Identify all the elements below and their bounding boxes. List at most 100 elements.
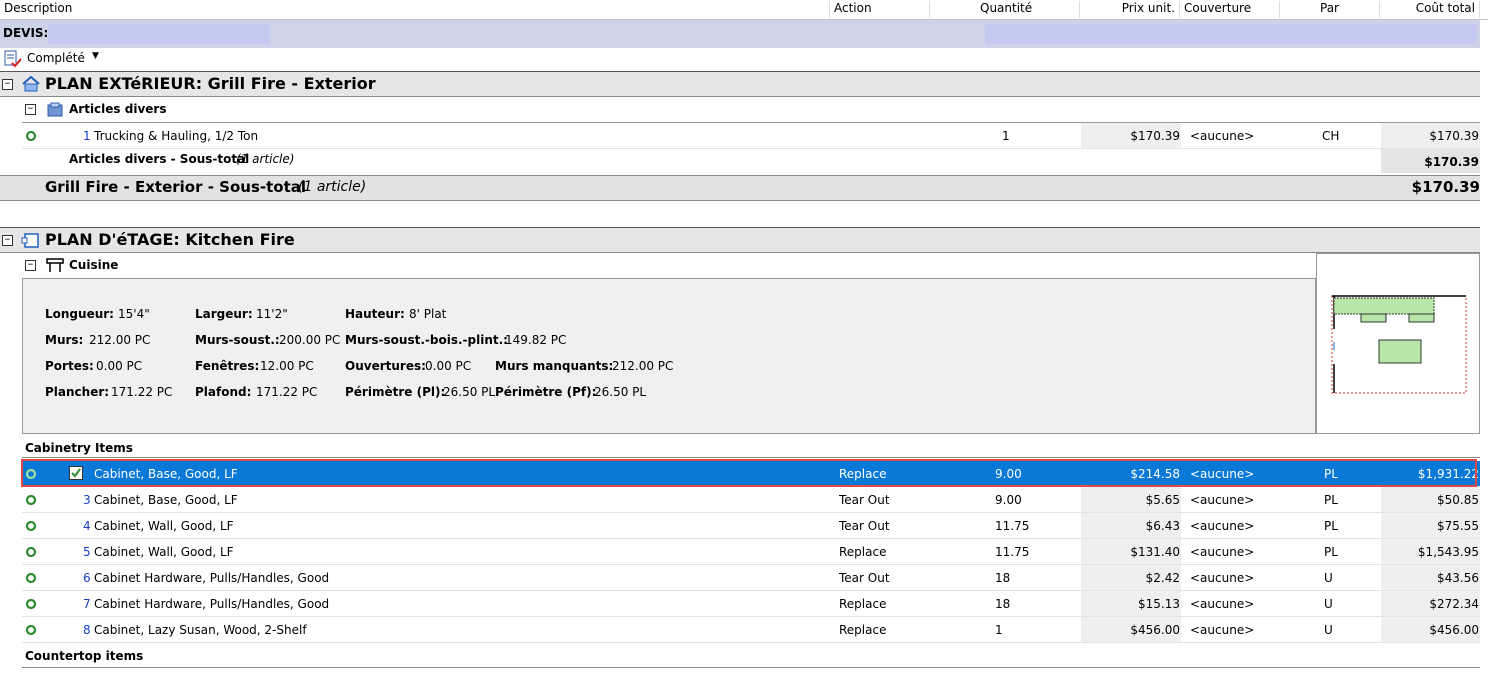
divider: [22, 457, 1480, 458]
col-action[interactable]: Action: [830, 1, 930, 18]
dim-value: 0.00 PC: [96, 359, 143, 373]
collapse-toggle-icon[interactable]: −: [2, 235, 13, 246]
table-row[interactable]: 3 Cabinet, Base, Good, LF Tear Out 9.00 $5.6…: [22, 487, 1480, 513]
dim-key: Périmètre (Pl):: [345, 385, 446, 399]
item-per: PL: [1324, 493, 1338, 507]
item-total: $50.85: [1437, 493, 1479, 507]
room-subtotal-value: $170.39: [1424, 155, 1479, 169]
dim-value: 212.00 PC: [89, 333, 151, 347]
section-label: Cabinetry Items: [25, 441, 133, 455]
table-row[interactable]: 7 Cabinet Hardware, Pulls/Handles, Good Re…: [22, 591, 1480, 617]
dim-value: 200.00 PC: [279, 333, 341, 347]
item-quantity: 11.75: [995, 519, 1030, 533]
dim-key: Plancher:: [45, 385, 110, 399]
item-quantity: 11.75: [995, 545, 1030, 559]
item-description: Cabinet Hardware, Pulls/Handles, Good: [94, 597, 330, 611]
item-unit-price: $15.13: [1138, 597, 1180, 611]
line-number: 8: [83, 623, 91, 637]
item-coverage: <aucune>: [1190, 519, 1255, 533]
item-description: Cabinet, Base, Good, LF: [94, 493, 238, 507]
item-quantity: 18: [995, 597, 1011, 611]
dim-key: Fenêtres:: [195, 359, 260, 373]
item-total: $43.56: [1437, 571, 1479, 585]
dim-key: Périmètre (Pf):: [495, 385, 597, 399]
room-sketch-thumbnail[interactable]: [1316, 253, 1480, 434]
status-dropdown[interactable]: Complété ▼: [0, 48, 1488, 69]
divider: [22, 667, 1480, 668]
column-header: Description Action Quantité Prix unit. C…: [0, 0, 1488, 20]
redacted-field: [985, 24, 1477, 44]
line-number: 4: [83, 519, 91, 533]
col-coverage[interactable]: Couverture: [1180, 1, 1280, 18]
floor-plan-icon: [21, 233, 39, 248]
collapse-toggle-icon[interactable]: −: [25, 104, 36, 115]
dim-key: Largeur:: [195, 307, 253, 321]
devis-bar: DEVIS:: [0, 20, 1480, 48]
col-unit-price[interactable]: Prix unit.: [1080, 1, 1180, 18]
col-per[interactable]: Par: [1280, 1, 1380, 18]
room-subtotal-row: Articles divers - Sous-total (1 article)…: [22, 149, 1480, 173]
item-coverage: <aucune>: [1190, 571, 1255, 585]
col-total-cost[interactable]: Coût total: [1380, 1, 1480, 18]
room-subtotal-label: Articles divers - Sous-total: [69, 152, 250, 166]
recycle-icon: [25, 546, 37, 558]
plan-subtotal-value: $170.39: [1411, 178, 1480, 196]
dim-value: 8' Plat: [409, 307, 447, 321]
item-per: PL: [1324, 545, 1338, 559]
item-description: Cabinet, Wall, Good, LF: [94, 545, 234, 559]
col-quantity[interactable]: Quantité: [930, 1, 1080, 18]
item-total: $75.55: [1437, 519, 1479, 533]
dim-key: Portes:: [45, 359, 94, 373]
col-description[interactable]: Description: [0, 1, 830, 18]
line-number: 6: [83, 571, 91, 585]
dim-value: 171.22 PC: [256, 385, 318, 399]
item-description: Cabinet, Lazy Susan, Wood, 2-Shelf: [94, 623, 307, 637]
recycle-icon: [25, 624, 37, 636]
collapse-toggle-icon[interactable]: −: [25, 260, 36, 271]
item-unit-price: $6.43: [1145, 519, 1180, 533]
item-total: $1,543.95: [1417, 545, 1479, 559]
item-total: $456.00: [1429, 623, 1479, 637]
line-number: 5: [83, 545, 91, 559]
line-number: 1: [83, 129, 91, 143]
plan-subtotal-row: Grill Fire - Exterior - Sous-total (1 ar…: [0, 175, 1480, 201]
item-per: CH: [1322, 129, 1340, 143]
item-action: Tear Out: [839, 571, 890, 585]
room-title: Articles divers: [69, 102, 167, 116]
devis-label: DEVIS:: [3, 26, 49, 40]
item-action: Replace: [839, 623, 887, 637]
item-unit-price: $456.00: [1130, 623, 1180, 637]
dim-value: 171.22 PC: [111, 385, 173, 399]
dim-value: 212.00 PC: [612, 359, 674, 373]
dim-value: 15'4": [118, 307, 150, 321]
item-total: $170.39: [1429, 129, 1479, 143]
item-per: PL: [1324, 519, 1338, 533]
recycle-icon: [25, 494, 37, 506]
item-action: Tear Out: [839, 493, 890, 507]
item-action: Replace: [839, 597, 887, 611]
dim-value: 12.00 PC: [260, 359, 314, 373]
room-header-articles-divers: − Articles divers: [22, 97, 1480, 123]
item-unit-price: $2.42: [1145, 571, 1180, 585]
item-quantity: 1: [995, 623, 1003, 637]
item-per: U: [1324, 571, 1333, 585]
recycle-icon: [25, 572, 37, 584]
table-row[interactable]: 5 Cabinet, Wall, Good, LF Replace 11.75 $131…: [22, 539, 1480, 565]
dim-value: 0.00 PC: [425, 359, 472, 373]
recycle-icon: [25, 520, 37, 532]
table-row[interactable]: 4 Cabinet, Wall, Good, LF Tear Out 11.75 $6.…: [22, 513, 1480, 539]
recycle-icon: [25, 130, 37, 142]
item-total: $272.34: [1429, 597, 1479, 611]
redacted-field: [48, 24, 270, 44]
dim-value: 26.50 PL: [594, 385, 647, 399]
box-icon: [47, 102, 63, 117]
table-row[interactable]: 6 Cabinet Hardware, Pulls/Handles, Good Te…: [22, 565, 1480, 591]
dim-key: Ouvertures:: [345, 359, 426, 373]
collapse-toggle-icon[interactable]: −: [2, 79, 13, 90]
dim-key: Longueur:: [45, 307, 114, 321]
table-row[interactable]: 8 Cabinet, Lazy Susan, Wood, 2-Shelf Repla…: [22, 617, 1480, 643]
table-row[interactable]: 1 Trucking & Hauling, 1/2 Ton 1 $170.39 …: [22, 123, 1480, 149]
dim-value: 11'2": [256, 307, 288, 321]
item-coverage: <aucune>: [1190, 493, 1255, 507]
floor-sketch-image: [1331, 295, 1467, 394]
